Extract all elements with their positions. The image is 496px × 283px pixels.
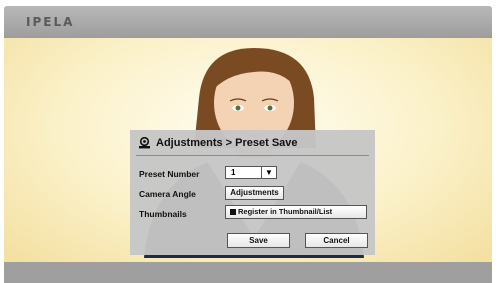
preset-save-dialog: Adjustments > Preset Save Preset Number … (130, 130, 375, 255)
thumbnails-label: Thumbnails (139, 209, 187, 219)
dialog-title: Adjustments > Preset Save (138, 137, 298, 149)
title-divider (136, 155, 369, 156)
register-checkbox-label: Register in Thumbnail/List (238, 207, 333, 216)
top-bar: IPELA (4, 6, 492, 38)
camera-angle-label: Camera Angle (139, 189, 196, 199)
register-thumbnail-checkbox[interactable]: Register in Thumbnail/List (225, 205, 367, 219)
camera-screen: IPELA Adjustments > Preset Save Preset N… (0, 0, 496, 283)
camera-icon (139, 137, 150, 149)
preset-number-select[interactable]: 1 ▼ (225, 166, 277, 179)
brand-logo: IPELA (26, 15, 75, 29)
cancel-button[interactable]: Cancel (305, 233, 368, 248)
preset-number-label: Preset Number (139, 169, 200, 179)
adjustments-button[interactable]: Adjustments (225, 186, 284, 200)
bottom-bar (4, 262, 492, 283)
dialog-title-text: Adjustments > Preset Save (156, 137, 298, 149)
save-button[interactable]: Save (227, 233, 290, 248)
preset-number-value: 1 (231, 168, 236, 177)
chevron-down-icon[interactable]: ▼ (261, 167, 276, 178)
checkbox-checked-icon (230, 209, 236, 215)
